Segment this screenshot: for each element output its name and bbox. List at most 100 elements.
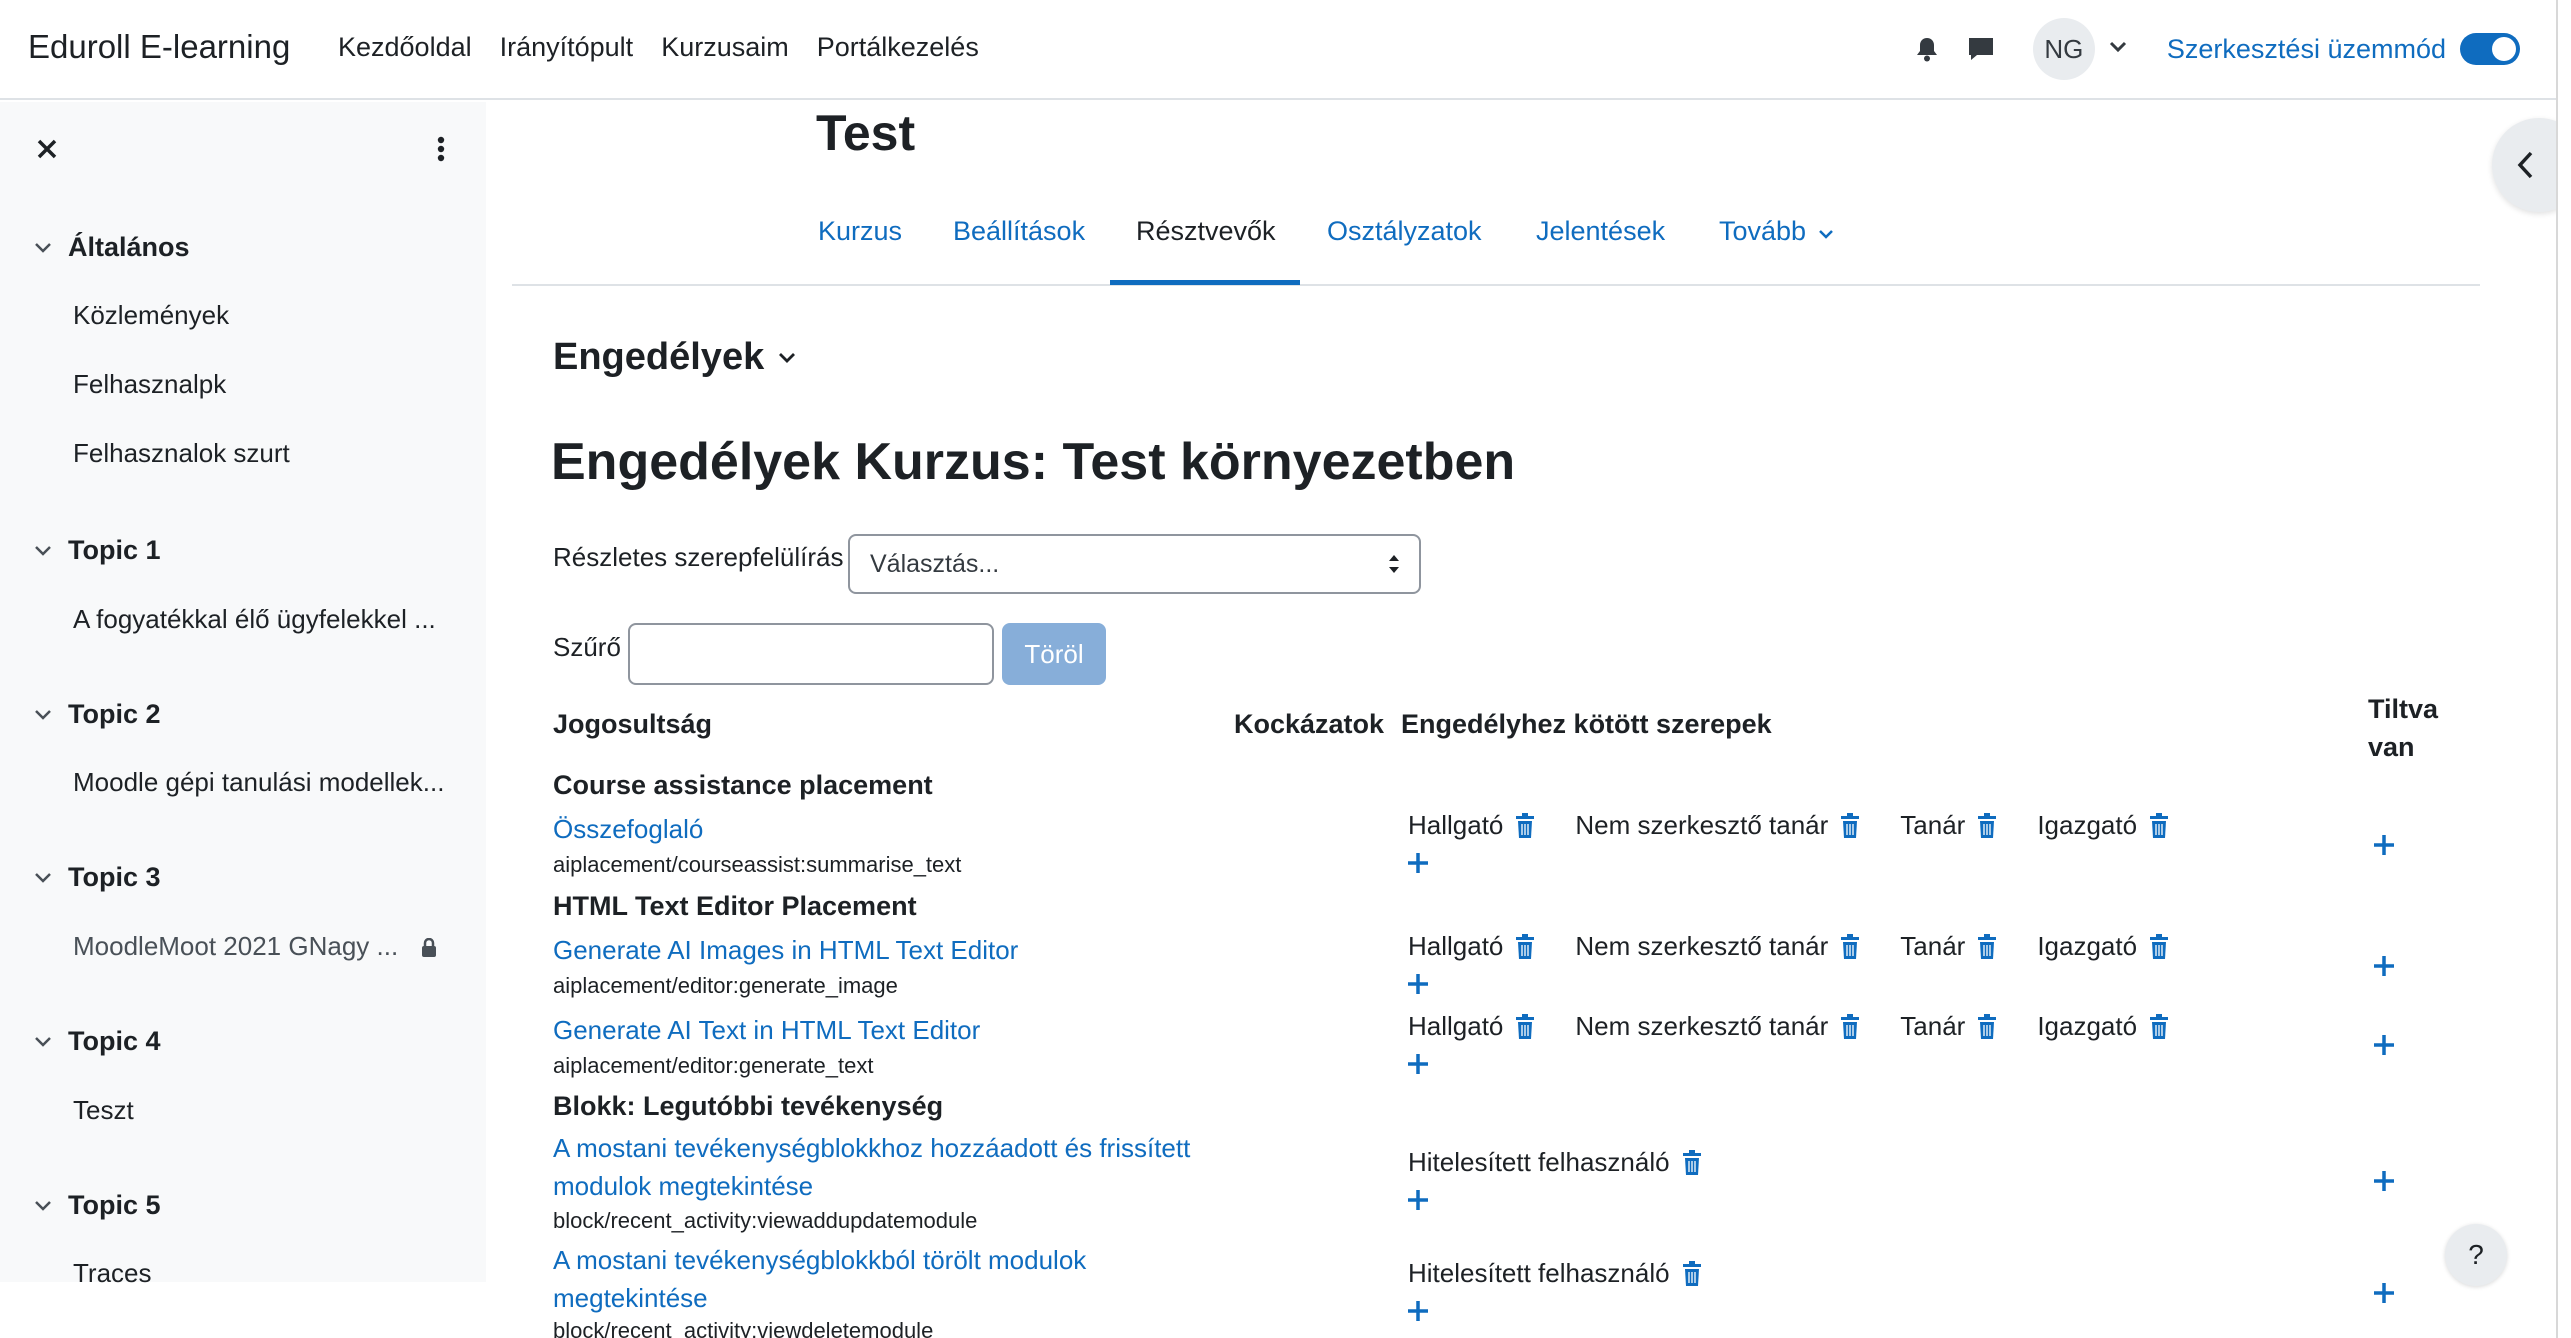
nav-link-site-admin[interactable]: Portálkezelés bbox=[817, 32, 979, 63]
add-role-plus-icon[interactable] bbox=[1406, 1188, 1430, 1212]
role-name: Nem szerkesztő tanár bbox=[1575, 931, 1829, 961]
trash-icon[interactable] bbox=[1515, 812, 1535, 839]
role-chip: Nem szerkesztő tanár bbox=[1575, 810, 1860, 841]
drawer-item[interactable]: Moodle gépi tanulási modellek... bbox=[73, 767, 444, 798]
chevron-down-icon[interactable] bbox=[2109, 40, 2127, 58]
trash-icon[interactable] bbox=[1515, 1013, 1535, 1040]
messages-chat-icon[interactable] bbox=[1961, 29, 2001, 69]
prohibited-line-1: Tiltva bbox=[2368, 694, 2439, 724]
tab-participants[interactable]: Résztvevők bbox=[1136, 216, 1276, 247]
course-index-drawer: Általános Közlemények Felhasznalpk Felha… bbox=[0, 102, 486, 1288]
drawer-section-topic-1[interactable]: Topic 1 bbox=[34, 535, 161, 566]
trash-icon[interactable] bbox=[1682, 1149, 1702, 1176]
filter-input[interactable] bbox=[628, 623, 994, 685]
filter-label: Szűrő bbox=[553, 632, 621, 662]
capability-link[interactable]: Generate AI Images in HTML Text Editor bbox=[553, 931, 1233, 969]
add-role-plus-icon[interactable] bbox=[1406, 1299, 1430, 1323]
close-drawer-icon[interactable] bbox=[30, 132, 64, 166]
help-button[interactable]: ? bbox=[2445, 1224, 2507, 1286]
chevron-down-icon bbox=[35, 872, 51, 883]
permissions-menu-title[interactable]: Engedélyek bbox=[553, 336, 796, 379]
tab-more[interactable]: Tovább bbox=[1719, 216, 1834, 247]
trash-icon[interactable] bbox=[2149, 812, 2169, 839]
add-prohibit-plus-icon[interactable] bbox=[2372, 1169, 2396, 1193]
role-chip: Tanár bbox=[1900, 810, 1997, 841]
role-name: Nem szerkesztő tanár bbox=[1575, 810, 1829, 840]
trash-icon[interactable] bbox=[1682, 1260, 1702, 1287]
capability-link[interactable]: A mostani tevékenységblokkból törölt mod… bbox=[553, 1241, 1233, 1317]
role-name: Nem szerkesztő tanár bbox=[1575, 1011, 1829, 1041]
tab-course[interactable]: Kurzus bbox=[818, 216, 902, 247]
add-prohibit-plus-icon[interactable] bbox=[2372, 954, 2396, 978]
trash-icon[interactable] bbox=[1840, 812, 1860, 839]
role-name: Hallgató bbox=[1408, 810, 1504, 840]
primary-navigation: Kezdőoldal Irányítópult Kurzusaim Portál… bbox=[338, 32, 979, 63]
role-chip: Hallgató bbox=[1408, 1011, 1535, 1042]
tab-grades[interactable]: Osztályzatok bbox=[1327, 216, 1482, 247]
capability-link[interactable]: A mostani tevékenységblokkhoz hozzáadott… bbox=[553, 1129, 1233, 1205]
capability-link[interactable]: Összefoglaló bbox=[553, 810, 1233, 848]
column-header-roles: Engedélyhez kötött szerepek bbox=[1401, 709, 1772, 739]
chevron-down-icon bbox=[35, 709, 51, 720]
capability-link[interactable]: Generate AI Text in HTML Text Editor bbox=[553, 1011, 1233, 1049]
nav-link-dashboard[interactable]: Irányítópult bbox=[500, 32, 634, 63]
trash-icon[interactable] bbox=[1840, 1013, 1860, 1040]
drawer-section-topic-3[interactable]: Topic 3 bbox=[34, 862, 161, 893]
drawer-section-topic-5[interactable]: Topic 5 bbox=[34, 1190, 161, 1221]
drawer-item[interactable]: Közlemények bbox=[73, 300, 229, 331]
chevron-down-icon bbox=[779, 352, 796, 363]
add-role-plus-icon[interactable] bbox=[1406, 972, 1430, 996]
capability-code: aiplacement/courseassist:summarise_text bbox=[553, 852, 962, 877]
drawer-item[interactable]: Felhasznalok szurt bbox=[73, 438, 290, 469]
column-header-capability: Jogosultság bbox=[553, 709, 713, 739]
top-navbar: Eduroll E-learning Kezdőoldal Irányítópu… bbox=[0, 0, 2556, 100]
nav-link-my-courses[interactable]: Kurzusaim bbox=[661, 32, 789, 63]
drawer-item[interactable]: Traces bbox=[73, 1258, 152, 1289]
trash-icon[interactable] bbox=[1977, 812, 1997, 839]
role-name: Igazgató bbox=[2037, 810, 2138, 840]
trash-icon[interactable] bbox=[2149, 1013, 2169, 1040]
nav-link-home[interactable]: Kezdőoldal bbox=[338, 32, 472, 63]
add-role-plus-icon[interactable] bbox=[1406, 1052, 1430, 1076]
user-avatar[interactable]: NG bbox=[2032, 18, 2095, 80]
drawer-item[interactable]: Teszt bbox=[73, 1095, 134, 1126]
advanced-override-label: Részletes szerepfelülírás bbox=[553, 542, 844, 572]
edit-mode-toggle[interactable] bbox=[2460, 33, 2520, 65]
column-header-prohibited: Tiltva van bbox=[2368, 690, 2438, 766]
course-secondary-navigation: Kurzus Beállítások Résztvevők Osztályzat… bbox=[512, 190, 2480, 286]
open-block-drawer-button[interactable] bbox=[2492, 118, 2556, 212]
navbar-user-area: NG Szerkesztési üzemmód bbox=[1907, 18, 2520, 80]
site-brand[interactable]: Eduroll E-learning bbox=[28, 28, 290, 66]
edit-mode-label: Szerkesztési üzemmód bbox=[2166, 33, 2446, 64]
trash-icon[interactable] bbox=[1977, 933, 1997, 960]
chevron-down-icon bbox=[35, 1036, 51, 1047]
notifications-bell-icon[interactable] bbox=[1907, 29, 1947, 69]
role-chip: Tanár bbox=[1900, 1011, 1997, 1042]
select-arrows-icon bbox=[1389, 555, 1399, 573]
add-role-plus-icon[interactable] bbox=[1406, 851, 1430, 875]
more-options-icon[interactable] bbox=[424, 132, 458, 166]
trash-icon[interactable] bbox=[2149, 933, 2169, 960]
tab-reports[interactable]: Jelentések bbox=[1536, 216, 1665, 247]
chevron-down-icon bbox=[1818, 230, 1833, 239]
drawer-section-topic-4[interactable]: Topic 4 bbox=[34, 1026, 161, 1057]
clear-filter-button[interactable]: Töröl bbox=[1002, 623, 1106, 685]
add-prohibit-plus-icon[interactable] bbox=[2372, 833, 2396, 857]
chevron-left-icon bbox=[2517, 151, 2533, 179]
trash-icon[interactable] bbox=[1977, 1013, 1997, 1040]
drawer-item[interactable]: Felhasznalpk bbox=[73, 369, 226, 400]
add-prohibit-plus-icon[interactable] bbox=[2372, 1033, 2396, 1057]
trash-icon[interactable] bbox=[1840, 933, 1860, 960]
add-prohibit-plus-icon[interactable] bbox=[2372, 1281, 2396, 1305]
capability-group-heading: HTML Text Editor Placement bbox=[553, 891, 917, 921]
trash-icon[interactable] bbox=[1515, 933, 1535, 960]
drawer-section-topic-2[interactable]: Topic 2 bbox=[34, 699, 161, 730]
drawer-item[interactable]: A fogyatékkal élő ügyfelekkel ... bbox=[73, 604, 436, 635]
drawer-item[interactable]: MoodleMoot 2021 GNagy ... bbox=[73, 931, 437, 962]
tab-settings[interactable]: Beállítások bbox=[953, 216, 1085, 247]
drawer-section-general[interactable]: Általános bbox=[34, 232, 190, 263]
advanced-override-select[interactable]: Választás... bbox=[848, 534, 1421, 594]
capability-code: aiplacement/editor:generate_image bbox=[553, 973, 898, 998]
role-list: Hallgató Nem szerkesztő tanár Tanár Igaz… bbox=[1408, 1011, 2209, 1042]
role-name: Igazgató bbox=[2037, 931, 2138, 961]
